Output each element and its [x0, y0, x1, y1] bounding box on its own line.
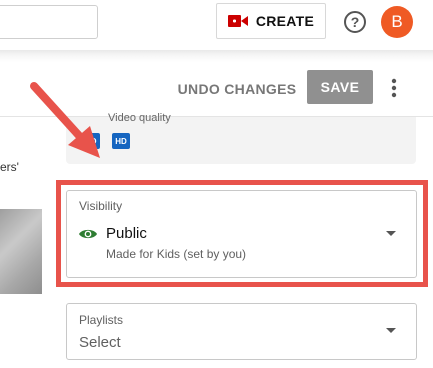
video-quality-label: Video quality: [108, 112, 171, 124]
video-thumbnail[interactable]: [0, 209, 42, 294]
eye-icon: [79, 229, 97, 239]
visibility-label: Visibility: [79, 199, 123, 213]
playlists-value: Select: [79, 334, 121, 351]
hd-badge: HD: [112, 133, 130, 149]
visibility-sublabel: Made for Kids (set by you): [106, 247, 247, 261]
question-circle-icon[interactable]: ?: [343, 10, 367, 34]
playlists-dropdown[interactable]: [66, 303, 417, 360]
undo-changes-button[interactable]: UNDO CHANGES: [176, 72, 298, 106]
visibility-dropdown-caret-icon: [386, 231, 396, 236]
avatar-letter: B: [391, 12, 403, 31]
partial-side-text: ers': [0, 160, 19, 174]
svg-text:?: ?: [351, 14, 360, 30]
create-button[interactable]: CREATE: [216, 3, 326, 39]
visibility-value: Public: [106, 225, 147, 242]
search-input[interactable]: [0, 5, 98, 39]
playlists-dropdown-caret-icon: [386, 328, 396, 333]
create-label: CREATE: [255, 13, 315, 29]
sd-badge: SD: [82, 133, 100, 149]
top-bar: CREATE ? B: [0, 0, 433, 50]
video-camera-icon: [227, 15, 248, 27]
vertical-dots-icon[interactable]: [384, 76, 404, 100]
save-button[interactable]: SAVE: [307, 70, 373, 104]
avatar[interactable]: B: [381, 6, 413, 38]
playlists-label: Playlists: [79, 313, 124, 327]
header-shadow: [0, 50, 433, 62]
